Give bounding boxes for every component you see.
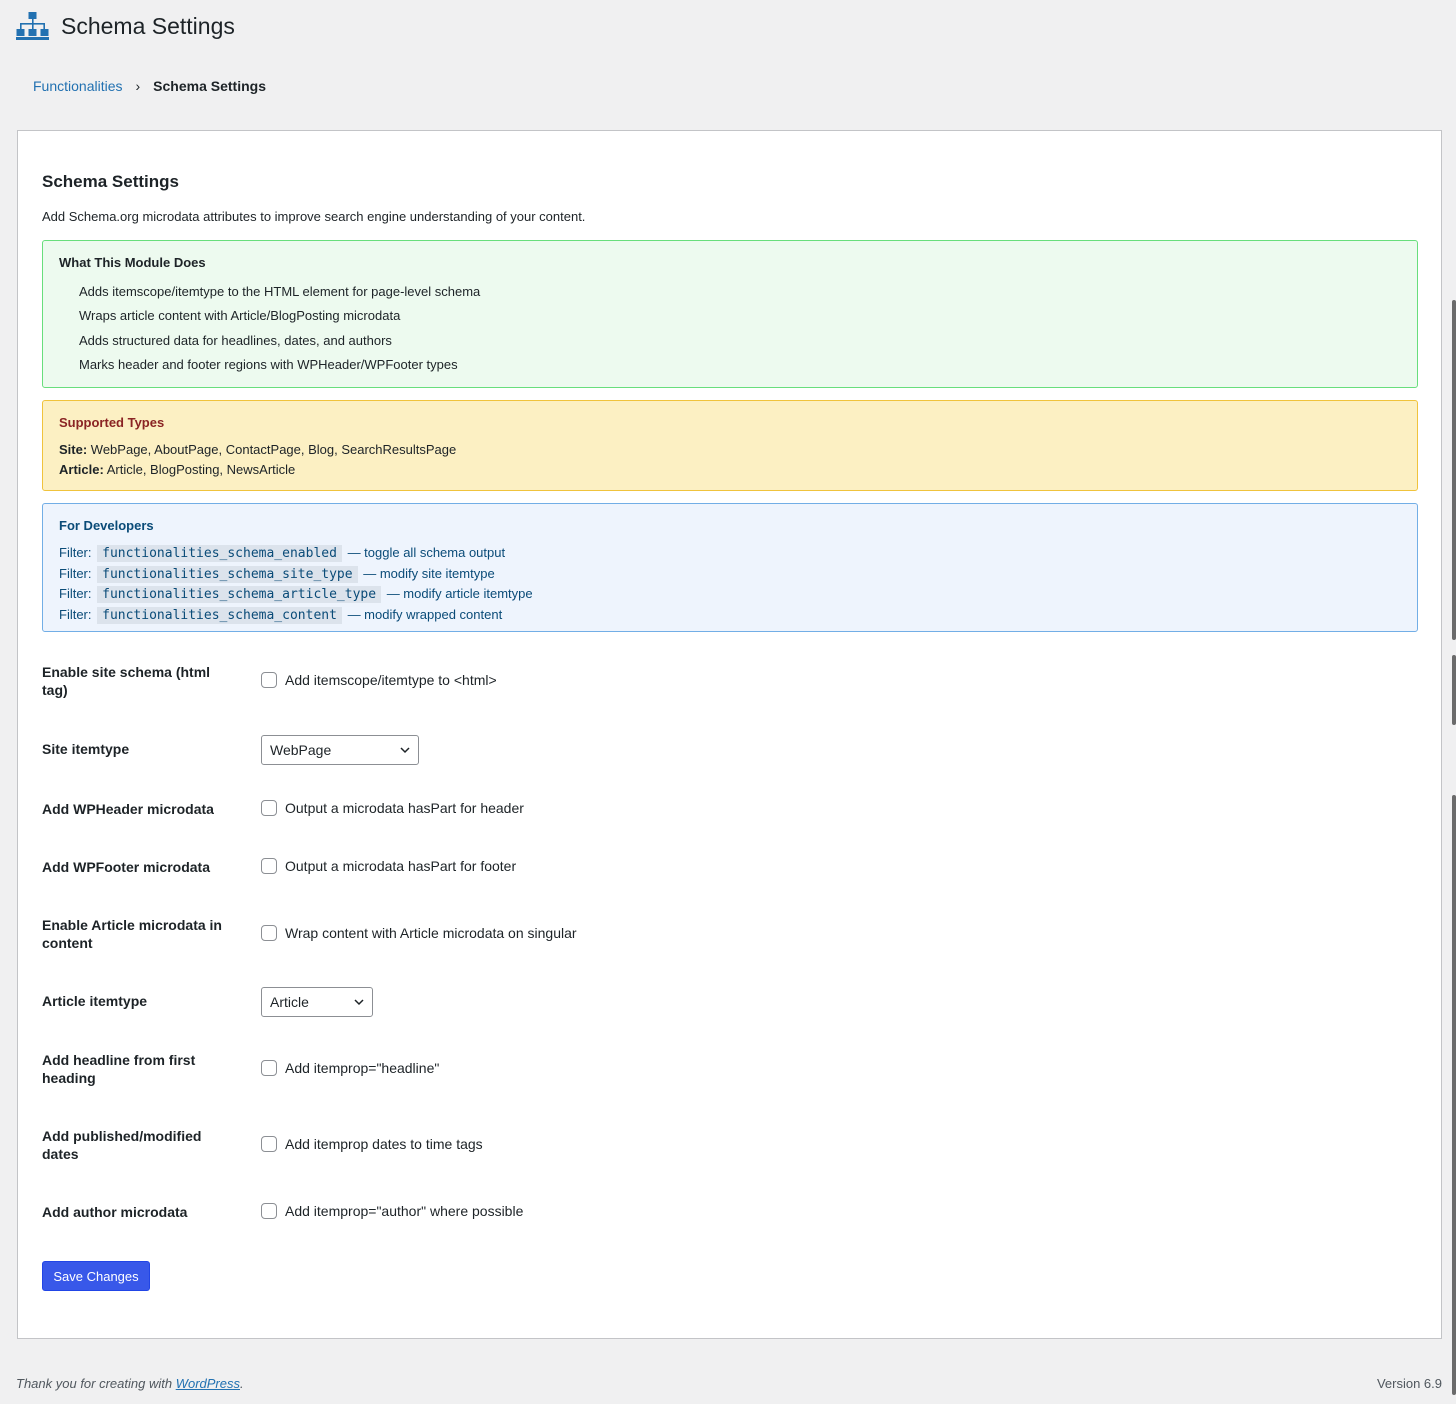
setting-label: Enable site schema (html tag) — [42, 664, 211, 698]
dates-field[interactable]: Add itemprop dates to time tags — [261, 1136, 483, 1152]
page-header: Schema Settings — [16, 12, 235, 40]
headline-checkbox[interactable] — [261, 1060, 277, 1076]
save-changes-button[interactable]: Save Changes — [42, 1261, 150, 1291]
setting-label: Enable Article microdata in content — [42, 917, 222, 951]
wpheader-option-label: Output a microdata hasPart for header — [285, 800, 524, 816]
scrollbar-thumb[interactable] — [1452, 795, 1456, 1395]
card-description: Add Schema.org microdata attributes to i… — [42, 209, 586, 224]
setting-label: Add headline from first heading — [42, 1052, 196, 1086]
module-info-item: Adds structured data for headlines, date… — [79, 332, 392, 348]
enable-site-option-label: Add itemscope/itemtype to <html> — [285, 672, 497, 688]
site-itemtype-field: WebPage — [261, 735, 419, 765]
module-info-item: Wraps article content with Article/BlogP… — [79, 308, 401, 324]
article-types-label: Article: — [59, 462, 104, 477]
wpfooter-checkbox[interactable] — [261, 858, 277, 874]
author-option-label: Add itemprop="author" where possible — [285, 1203, 524, 1219]
setting-label: Add author microdata — [42, 1204, 188, 1220]
article-types-line: Article: Article, BlogPosting, NewsArtic… — [59, 460, 1401, 480]
article-itemtype-value: Article — [270, 994, 309, 1010]
footer-thanks-suffix: . — [240, 1376, 244, 1391]
chevron-down-icon — [354, 999, 364, 1006]
breadcrumb: Functionalities › Schema Settings — [0, 64, 1456, 108]
developers-heading: For Developers — [59, 518, 154, 533]
filter-desc: — modify wrapped content — [347, 606, 503, 622]
article-microdata-checkbox[interactable] — [261, 925, 277, 941]
filter-line: Filter: functionalities_schema_site_type… — [59, 564, 1401, 585]
article-itemtype-select[interactable]: Article — [261, 987, 373, 1017]
card-title: Schema Settings — [42, 172, 179, 191]
setting-label: Site itemtype — [42, 741, 130, 757]
filter-prefix: Filter: — [59, 586, 92, 601]
scrollbar-thumb[interactable] — [1452, 300, 1456, 640]
setting-label: Add WPFooter microdata — [42, 859, 211, 875]
setting-label: Article itemtype — [42, 993, 148, 1009]
footer-thanks-prefix: Thank you for creating with — [16, 1376, 176, 1391]
breadcrumb-separator: › — [135, 78, 141, 94]
module-info-item: Marks header and footer regions with WPH… — [79, 356, 458, 372]
filter-desc: — modify site itemtype — [363, 565, 495, 581]
headline-field[interactable]: Add itemprop="headline" — [261, 1060, 439, 1076]
filter-code: functionalities_schema_enabled — [97, 545, 342, 562]
headline-option-label: Add itemprop="headline" — [285, 1060, 440, 1076]
author-field[interactable]: Add itemprop="author" where possible — [261, 1203, 523, 1219]
breadcrumb-current: Schema Settings — [153, 78, 266, 94]
footer-version: Version 6.9 — [1376, 1376, 1442, 1391]
settings-card: Schema Settings Add Schema.org microdata… — [17, 130, 1442, 1339]
author-checkbox[interactable] — [261, 1203, 277, 1219]
wordpress-link[interactable]: WordPress — [176, 1376, 240, 1391]
filter-code: functionalities_schema_site_type — [97, 565, 358, 583]
site-itemtype-value: WebPage — [270, 742, 332, 758]
filter-line: Filter: functionalities_schema_article_t… — [59, 584, 1401, 605]
wpheader-checkbox[interactable] — [261, 800, 277, 816]
filter-prefix: Filter: — [59, 606, 92, 622]
filter-desc: — toggle all schema output — [347, 545, 506, 560]
article-itemtype-field: Article — [261, 987, 373, 1017]
filter-line: Filter: functionalities_schema_content —… — [59, 605, 1401, 626]
filter-desc: — modify article itemtype — [386, 586, 533, 601]
site-itemtype-select[interactable]: WebPage — [261, 735, 419, 765]
filter-code: functionalities_schema_article_type — [97, 586, 382, 603]
article-microdata-field[interactable]: Wrap content with Article microdata on s… — [261, 925, 577, 941]
breadcrumb-link-functionalities[interactable]: Functionalities — [33, 78, 123, 94]
filter-code: functionalities_schema_content — [97, 606, 342, 624]
dates-option-label: Add itemprop dates to time tags — [285, 1136, 483, 1152]
article-microdata-option-label: Wrap content with Article microdata on s… — [285, 925, 577, 941]
article-types-value: Article, BlogPosting, NewsArticle — [106, 462, 296, 477]
site-types-label: Site: — [59, 442, 88, 457]
sitemap-icon — [16, 12, 49, 40]
module-info-box: What This Module Does Adds itemscope/ite… — [42, 240, 1418, 388]
enable-site-checkbox[interactable] — [261, 672, 277, 688]
enable-site-field[interactable]: Add itemscope/itemtype to <html> — [261, 672, 497, 688]
module-info-heading: What This Module Does — [59, 255, 206, 270]
supported-types-heading: Supported Types — [59, 415, 165, 430]
wpfooter-option-label: Output a microdata hasPart for footer — [285, 858, 517, 874]
scrollbar-thumb[interactable] — [1452, 655, 1456, 725]
site-types-value: WebPage, AboutPage, ContactPage, Blog, S… — [90, 442, 457, 457]
supported-types-box: Supported Types Site: WebPage, AboutPage… — [42, 400, 1418, 491]
site-types-line: Site: WebPage, AboutPage, ContactPage, B… — [59, 440, 1401, 460]
dates-checkbox[interactable] — [261, 1136, 277, 1152]
wpfooter-field[interactable]: Output a microdata hasPart for footer — [261, 858, 516, 874]
page-title: Schema Settings — [61, 12, 235, 39]
footer-thanks: Thank you for creating with WordPress. — [16, 1376, 244, 1391]
filter-prefix: Filter: — [59, 545, 92, 560]
developers-box: For Developers Filter: functionalities_s… — [42, 503, 1418, 632]
chevron-down-icon — [400, 747, 410, 754]
filter-line: Filter: functionalities_schema_enabled —… — [59, 543, 1401, 564]
module-info-item: Adds itemscope/itemtype to the HTML elem… — [79, 284, 481, 299]
wpheader-field[interactable]: Output a microdata hasPart for header — [261, 800, 524, 816]
setting-label: Add published/modified dates — [42, 1128, 202, 1162]
setting-label: Add WPHeader microdata — [42, 801, 214, 817]
filter-prefix: Filter: — [59, 565, 92, 581]
